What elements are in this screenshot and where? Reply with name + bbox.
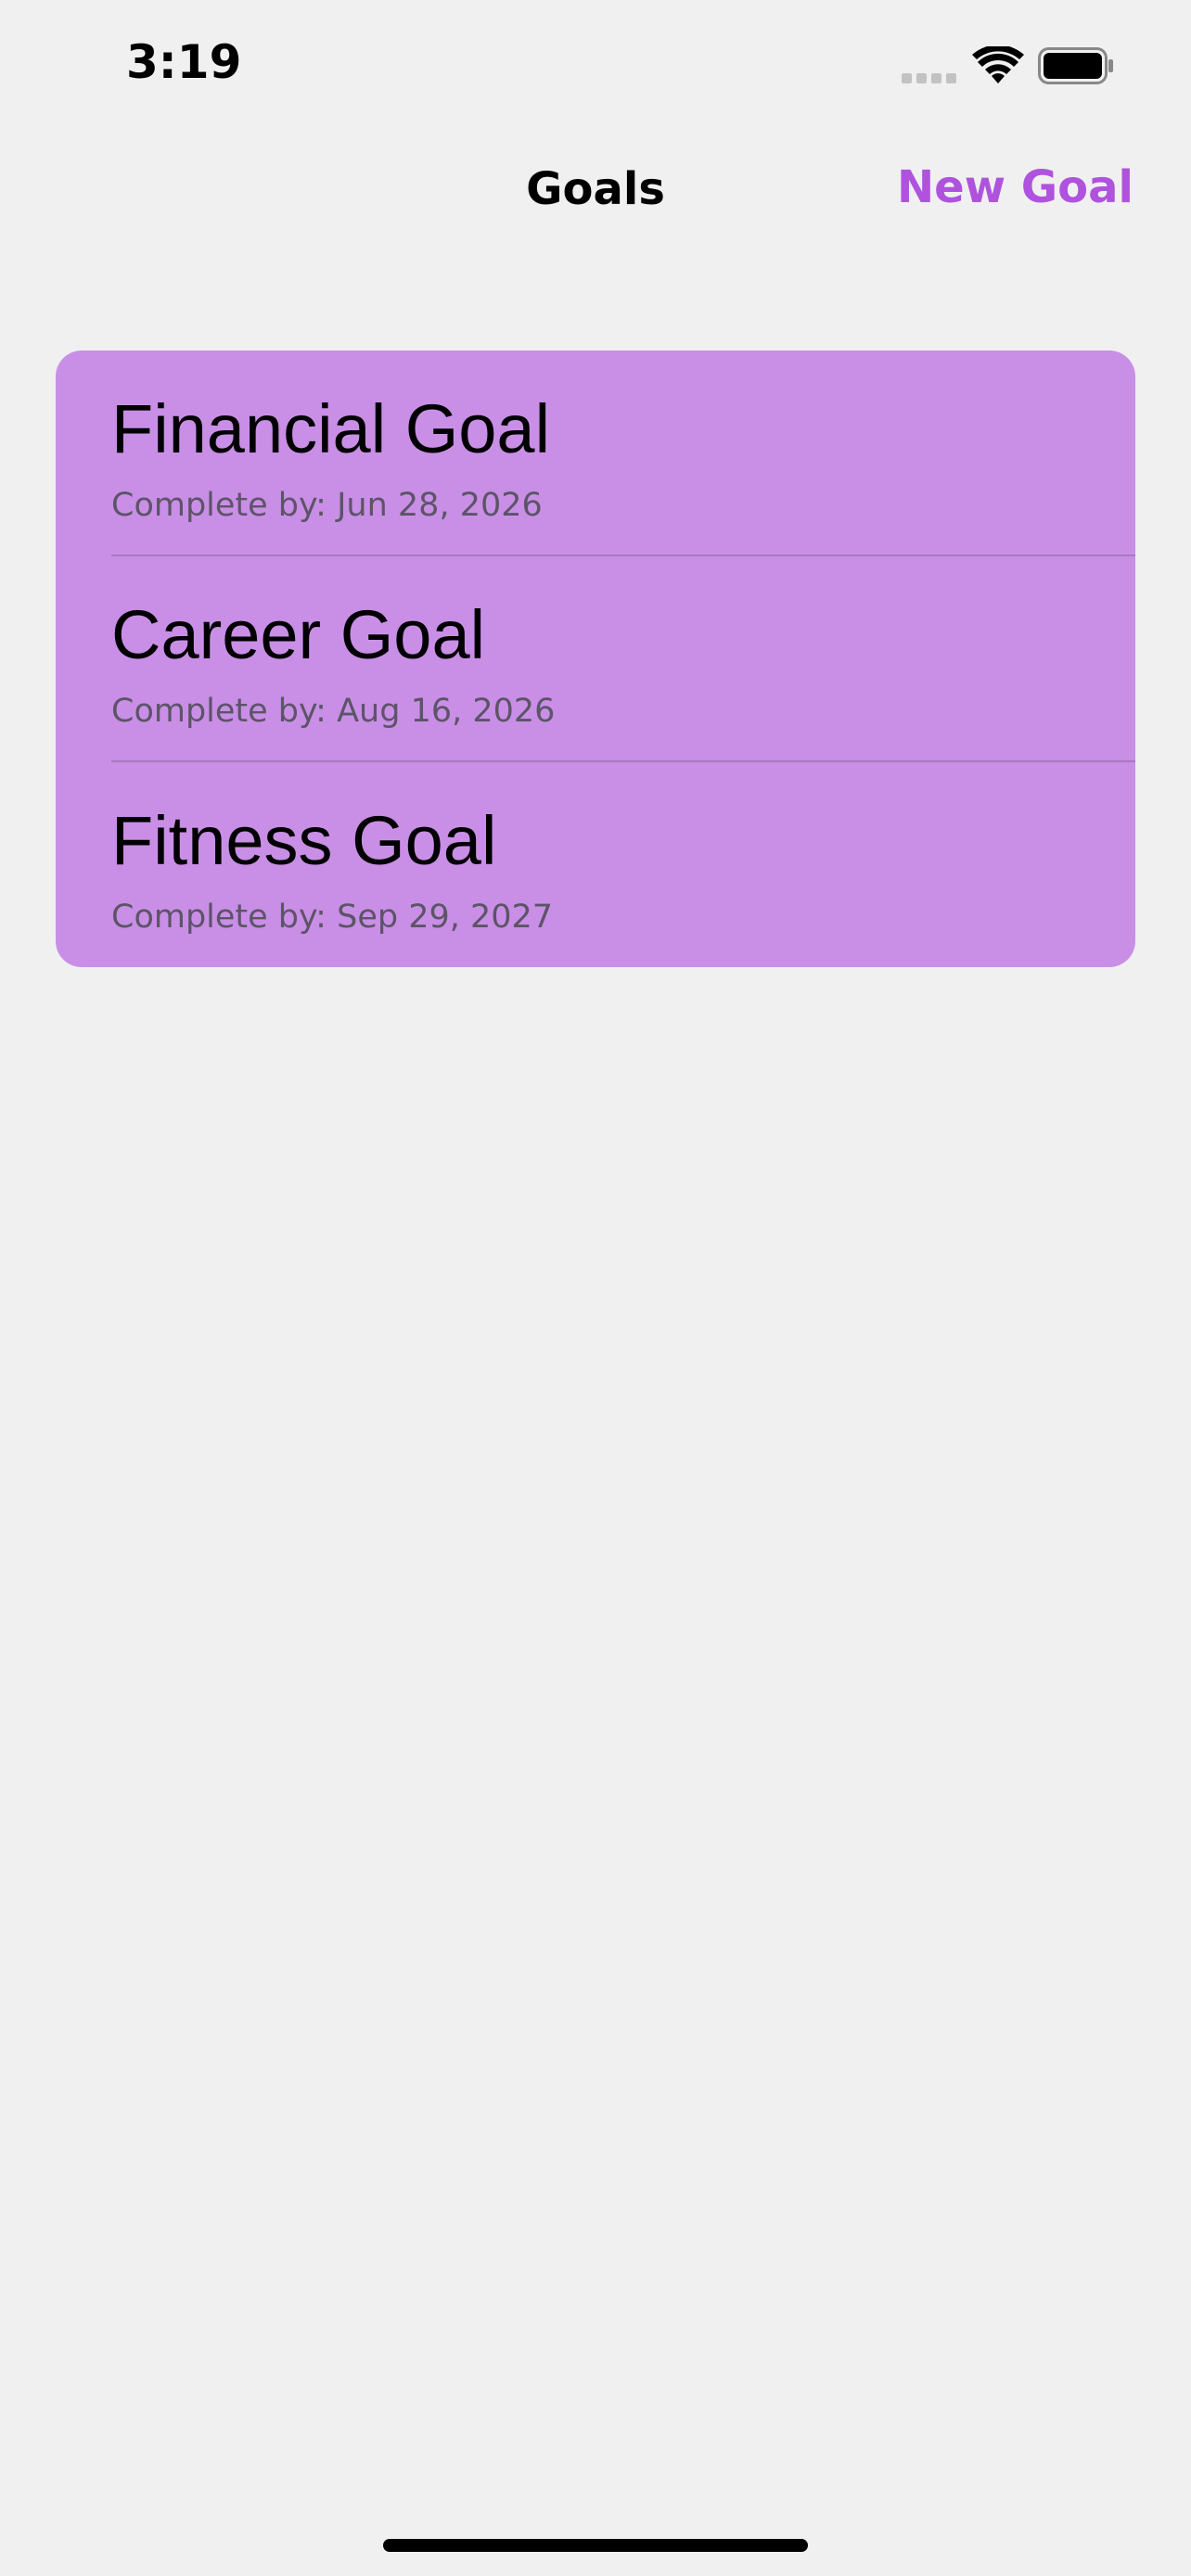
goal-row-fitness[interactable]: Fitness Goal Complete by: Sep 29, 2027 [56, 762, 1135, 967]
status-bar: 3:19 [0, 0, 1191, 139]
battery-icon [1038, 47, 1113, 84]
new-goal-button[interactable]: New Goal [897, 161, 1133, 213]
status-time: 3:19 [126, 35, 242, 89]
goal-title: Financial Goal [111, 390, 551, 467]
goal-list: Financial Goal Complete by: Jun 28, 2026… [56, 351, 1135, 967]
goal-title: Career Goal [111, 596, 486, 673]
cellular-signal-icon [902, 73, 957, 84]
goal-date: Complete by: Aug 16, 2026 [111, 693, 556, 730]
wifi-icon [972, 46, 1024, 83]
goal-date: Complete by: Sep 29, 2027 [111, 899, 554, 936]
home-indicator[interactable] [383, 2539, 808, 2552]
goal-title: Fitness Goal [111, 802, 497, 879]
goal-row-financial[interactable]: Financial Goal Complete by: Jun 28, 2026 [56, 351, 1135, 556]
goal-date: Complete by: Jun 28, 2026 [111, 487, 543, 524]
goal-row-career[interactable]: Career Goal Complete by: Aug 16, 2026 [56, 556, 1135, 762]
